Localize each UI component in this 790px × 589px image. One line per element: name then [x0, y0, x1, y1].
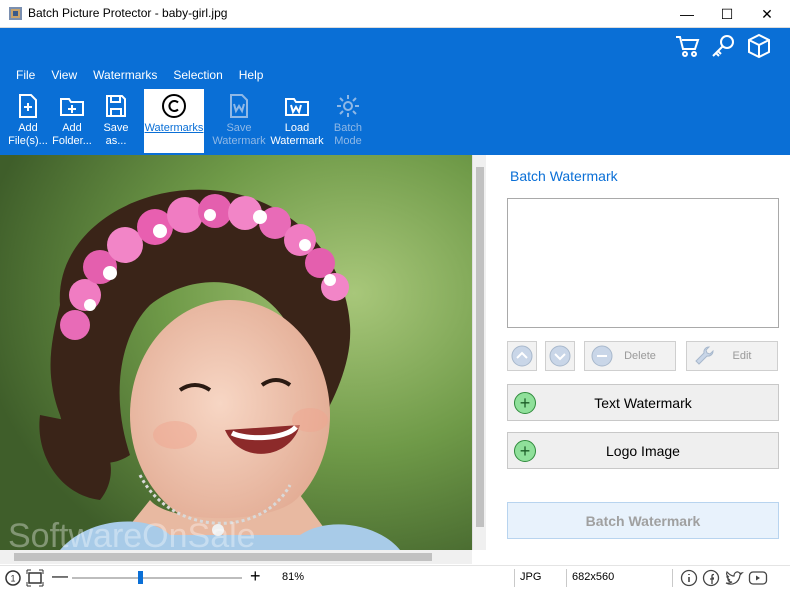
youtube-icon[interactable]: [748, 569, 768, 587]
window-title: Batch Picture Protector - baby-girl.jpg: [28, 6, 228, 20]
title-bar: Batch Picture Protector - baby-girl.jpg …: [0, 0, 790, 28]
add-folder-icon: [60, 98, 84, 116]
horizontal-scroll-thumb[interactable]: [14, 553, 432, 561]
menu-watermarks[interactable]: Watermarks: [85, 68, 165, 82]
svg-text:1: 1: [11, 574, 16, 584]
save-watermark-icon: [230, 94, 248, 118]
image-format: JPG: [520, 571, 542, 583]
move-up-button[interactable]: [507, 341, 537, 371]
zoom-actual-icon[interactable]: 1: [4, 569, 22, 587]
fit-to-window-icon[interactable]: [26, 569, 44, 587]
batch-watermark-panel: Batch Watermark Delete Edit + Text Water…: [487, 155, 790, 565]
horizontal-scrollbar[interactable]: [0, 550, 472, 564]
status-divider: [566, 569, 567, 587]
status-bar: 1 — + 81% JPG 682x560: [0, 565, 790, 589]
close-button[interactable]: ✕: [744, 0, 790, 28]
watermark-list[interactable]: [507, 198, 779, 328]
plus-icon: +: [514, 439, 536, 462]
image-dimensions: 682x560: [572, 571, 615, 583]
add-folder-button[interactable]: Add Folder...: [50, 89, 94, 153]
cart-icon[interactable]: [674, 33, 700, 59]
status-divider: [514, 569, 515, 587]
image-preview[interactable]: SoftwareOnSale: [0, 155, 472, 550]
arrow-down-icon: [549, 345, 571, 367]
batch-mode-button[interactable]: Batch Mode: [326, 89, 370, 153]
save-watermark-label: Save Watermark: [212, 122, 266, 147]
menu-help[interactable]: Help: [231, 68, 272, 82]
save-watermark-button[interactable]: Save Watermark: [210, 89, 268, 153]
edit-button[interactable]: Edit: [686, 341, 778, 371]
watermarks-label: Watermarks: [144, 122, 204, 134]
vertical-scrollbar[interactable]: [472, 155, 486, 550]
status-divider: [672, 569, 673, 587]
edit-label: Edit: [732, 350, 752, 362]
menu-file[interactable]: File: [8, 68, 43, 82]
save-as-button[interactable]: Save as...: [94, 89, 138, 153]
ribbon: File View Watermarks Selection Help Add …: [0, 28, 790, 155]
move-down-button[interactable]: [545, 341, 575, 371]
logo-image-button[interactable]: + Logo Image: [507, 432, 779, 469]
gear-icon: [337, 95, 359, 117]
text-watermark-button[interactable]: + Text Watermark: [507, 384, 779, 421]
load-watermark-label: Load Watermark: [270, 122, 324, 147]
zoom-slider-track[interactable]: [72, 577, 242, 579]
panel-title: Batch Watermark: [510, 168, 618, 184]
zoom-slider-thumb[interactable]: [138, 571, 143, 584]
toolbar: Add File(s)... Add Folder... Save as... …: [6, 89, 370, 153]
add-files-label: Add File(s)...: [8, 122, 48, 147]
menu-bar: File View Watermarks Selection Help: [8, 68, 271, 82]
key-icon[interactable]: [710, 33, 736, 59]
overlay-watermark-text: SoftwareOnSale: [8, 517, 256, 550]
box-icon[interactable]: [746, 33, 772, 59]
zoom-level: 81%: [282, 571, 305, 583]
add-folder-label: Add Folder...: [52, 122, 92, 147]
top-icon-group: [674, 33, 772, 59]
watermarks-button[interactable]: Watermarks: [144, 89, 204, 153]
menu-selection[interactable]: Selection: [165, 68, 230, 82]
app-icon: [9, 7, 22, 20]
plus-icon: +: [514, 391, 536, 414]
twitter-icon[interactable]: [724, 569, 744, 587]
save-as-label: Save as...: [103, 122, 129, 147]
vertical-scroll-thumb[interactable]: [476, 167, 484, 527]
add-files-button[interactable]: Add File(s)...: [6, 89, 50, 153]
info-icon[interactable]: [680, 569, 698, 587]
text-watermark-label: Text Watermark: [594, 394, 692, 411]
minus-icon: [591, 345, 613, 367]
arrow-up-icon: [511, 345, 533, 367]
delete-button[interactable]: Delete: [584, 341, 676, 371]
facebook-icon[interactable]: [702, 569, 720, 587]
batch-mode-label: Batch Mode: [333, 122, 363, 147]
zoom-in-icon[interactable]: +: [250, 566, 261, 587]
load-watermark-button[interactable]: Load Watermark: [268, 89, 326, 153]
zoom-out-icon[interactable]: —: [52, 568, 68, 586]
add-file-icon: [19, 94, 37, 118]
load-watermark-icon: [285, 98, 309, 116]
menu-view[interactable]: View: [43, 68, 85, 82]
delete-label: Delete: [624, 350, 656, 362]
logo-image-label: Logo Image: [606, 442, 680, 459]
save-icon: [106, 95, 126, 117]
copyright-icon: [162, 94, 186, 118]
photo-image: SoftwareOnSale: [0, 155, 472, 550]
batch-watermark-button[interactable]: Batch Watermark: [507, 502, 779, 539]
wrench-icon: [695, 346, 714, 365]
